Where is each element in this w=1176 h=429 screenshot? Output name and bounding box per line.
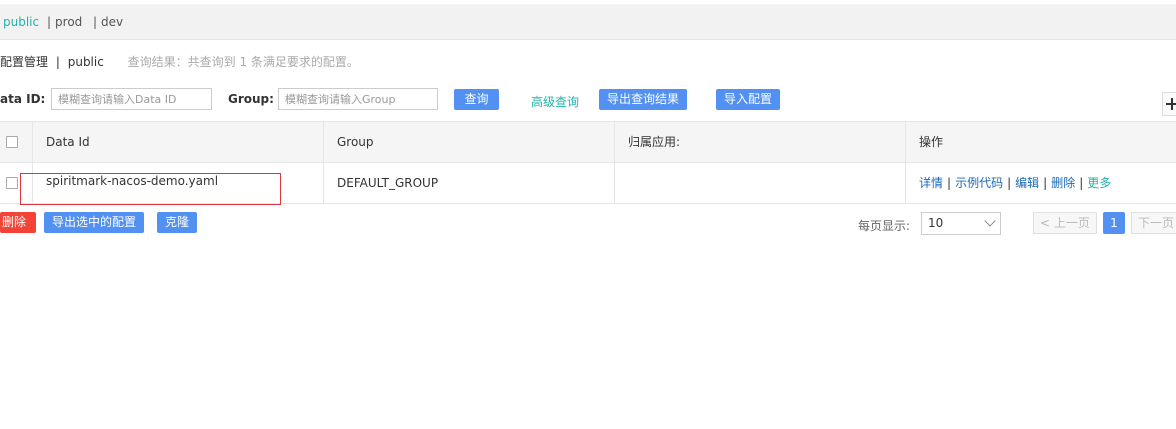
action-delete-link[interactable]: 删除	[1051, 176, 1075, 190]
action-edit-link[interactable]: 编辑	[1015, 176, 1039, 190]
data-id-search-input[interactable]	[51, 88, 212, 110]
title-namespace: public	[67, 55, 104, 69]
group-search-input[interactable]	[278, 88, 438, 110]
data-id-label: ata ID:	[0, 92, 46, 106]
namespace-bar: public | prod | dev	[0, 4, 1176, 40]
advanced-query-link[interactable]: 高级查询	[531, 93, 579, 110]
prev-page-button[interactable]: < 上一页	[1033, 212, 1097, 234]
table-row: spiritmark-nacos-demo.yaml DEFAULT_GROUP…	[0, 163, 1176, 204]
row-checkbox[interactable]	[6, 177, 18, 189]
title-separator: |	[55, 55, 60, 69]
page-size-label: 每页显示:	[858, 219, 911, 233]
page-size-select[interactable]: 10	[921, 212, 1001, 235]
action-separator: |	[1079, 176, 1084, 190]
namespace-dev[interactable]: | dev	[93, 15, 123, 29]
next-page-button[interactable]: 下一页	[1131, 212, 1176, 234]
config-table: Data Id Group 归属应用: 操作 spiritmark-nacos-…	[0, 121, 1176, 204]
row-app	[615, 163, 906, 203]
row-group: DEFAULT_GROUP	[324, 163, 615, 203]
query-result-text: 查询结果：共查询到 1 条满足要求的配置。	[127, 55, 359, 69]
query-button[interactable]: 查询	[454, 89, 499, 110]
page-size-value: 10	[928, 216, 944, 230]
column-header-actions: 操作	[919, 135, 944, 149]
export-selected-button[interactable]: 导出选中的配置	[44, 212, 145, 233]
action-more-link[interactable]: 更多	[1087, 176, 1111, 190]
action-separator: |	[1007, 176, 1012, 190]
current-page-button[interactable]: 1	[1103, 212, 1125, 234]
row-data-id: spiritmark-nacos-demo.yaml	[33, 163, 324, 203]
namespace-prod[interactable]: | prod	[47, 15, 82, 29]
row-actions: 详情 | 示例代码 | 编辑 | 删除 | 更多	[906, 163, 1176, 203]
namespace-dev-label[interactable]: dev	[101, 15, 123, 29]
group-label: Group:	[228, 92, 274, 106]
page-title: 配置管理	[0, 55, 49, 69]
column-header-group: Group	[324, 122, 615, 162]
export-results-button[interactable]: 导出查询结果	[599, 89, 688, 110]
chevron-down-icon	[984, 215, 996, 227]
namespace-prod-label[interactable]: prod	[55, 15, 82, 29]
select-all-checkbox[interactable]	[6, 136, 18, 148]
import-config-button[interactable]: 导入配置	[716, 89, 781, 110]
namespace-public[interactable]: public	[3, 15, 39, 29]
column-header-data-id: Data Id	[33, 122, 324, 162]
bulk-delete-button[interactable]: 删除	[0, 212, 36, 233]
action-separator: |	[1043, 176, 1048, 190]
action-sample-code-link[interactable]: 示例代码	[955, 176, 1003, 190]
action-separator: |	[947, 176, 952, 190]
header-checkbox-cell	[0, 122, 33, 162]
table-header: Data Id Group 归属应用: 操作	[0, 122, 1176, 163]
namespace-separator: |	[93, 15, 98, 29]
column-header-app: 归属应用:	[615, 122, 906, 162]
clone-button[interactable]: 克隆	[157, 212, 198, 233]
row-checkbox-cell	[0, 163, 33, 203]
row-data-id-text: spiritmark-nacos-demo.yaml	[46, 174, 219, 188]
page-title-row: 配置管理 | public 查询结果：共查询到 1 条满足要求的配置。	[0, 53, 359, 69]
namespace-separator: |	[47, 15, 52, 29]
plus-icon[interactable]	[1162, 92, 1176, 116]
action-detail-link[interactable]: 详情	[919, 176, 943, 190]
